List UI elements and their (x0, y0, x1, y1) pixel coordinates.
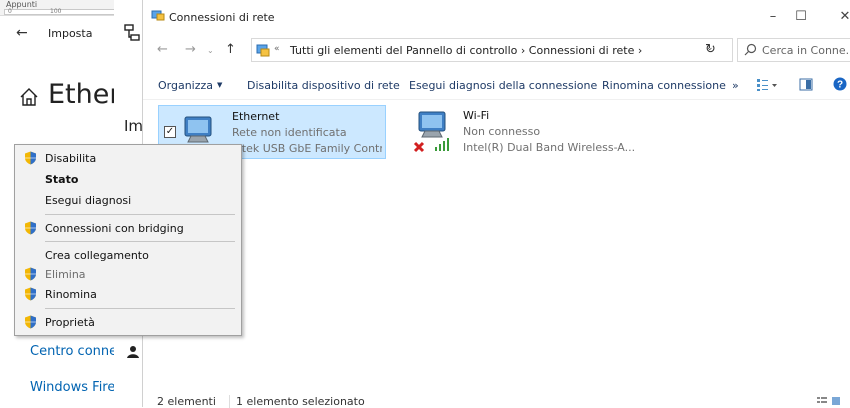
forward-icon[interactable]: → (185, 42, 196, 57)
menu-item-proprieta[interactable]: Proprietà (15, 312, 241, 332)
address-row: ← → ⌄ ↑ « Tutti gli elementi del Pannell… (143, 34, 850, 66)
context-menu: Disabilita Stato Esegui diagnosi Conness… (14, 144, 242, 336)
search-box[interactable]: Cerca in Conne... (737, 38, 850, 62)
address-bar[interactable]: « Tutti gli elementi del Pannello di con… (251, 38, 733, 62)
organize-label: Organizza (158, 79, 214, 92)
background-text: Im (124, 117, 144, 135)
menu-label: Rinomina (45, 288, 97, 301)
menu-separator (45, 241, 235, 242)
network-connections-icon (151, 10, 165, 21)
menu-item-crea-collegamento[interactable]: Crea collegamento (15, 245, 241, 265)
item-status: Rete non identificata (232, 126, 347, 139)
search-placeholder: Cerca in Conne... (762, 44, 850, 57)
menu-label: Disabilita (45, 152, 97, 165)
diagnose-button[interactable]: Esegui diagnosi della connessione (409, 79, 597, 92)
disable-device-button[interactable]: Disabilita dispositivo di rete (247, 79, 400, 92)
menu-label: Connessioni con bridging (45, 222, 184, 235)
shield-icon (25, 221, 36, 235)
menu-separator (45, 308, 235, 309)
menu-item-esegui-diagnosi[interactable]: Esegui diagnosi (15, 190, 241, 210)
menu-item-disabilita[interactable]: Disabilita (15, 148, 241, 168)
wifi-connection-item[interactable]: Wi-Fi Non connesso Intel(R) Dual Band Wi… (411, 105, 639, 159)
organize-button[interactable]: Organizza ▼ (158, 79, 222, 92)
settings-title: Imposta (48, 27, 93, 40)
network-center-link[interactable]: Centro conne (30, 344, 122, 359)
details-view-icon[interactable] (817, 396, 841, 406)
command-bar: Organizza ▼ Disabilita dispositivo di ret… (143, 70, 850, 100)
refresh-icon[interactable]: ↻ (705, 42, 716, 57)
help-icon[interactable]: ? (833, 77, 847, 91)
selection-count: 1 elemento selezionato (229, 395, 365, 408)
back-icon[interactable]: ← (157, 42, 168, 57)
back-arrow-icon[interactable]: ← (16, 25, 28, 41)
rename-connection-button[interactable]: Rinomina connessione (602, 79, 726, 92)
menu-separator (45, 214, 235, 215)
menu-item-elimina: Elimina (15, 264, 241, 284)
menu-label: Elimina (45, 268, 86, 281)
settings-heading: Ether (48, 79, 121, 110)
menu-item-bridging[interactable]: Connessioni con bridging (15, 218, 241, 238)
menu-label: Stato (45, 173, 79, 186)
item-count: 2 elementi (157, 395, 216, 408)
menu-label: Proprietà (45, 316, 95, 329)
title-bar: Connessioni di rete – ☐ ✕ (143, 0, 850, 34)
item-adapter: altek USB GbE Family Contr... (232, 142, 382, 155)
person-icon (127, 346, 139, 358)
minimize-button[interactable]: – (761, 6, 785, 28)
close-button[interactable]: ✕ (833, 6, 850, 28)
status-bar: 2 elementi 1 elemento selezionato (143, 394, 850, 408)
ruler-tick-start: 0 (8, 8, 12, 15)
item-name: Wi-Fi (463, 109, 490, 122)
ruler-tick-mid: 100 (50, 8, 62, 15)
shield-icon (25, 287, 36, 301)
shield-icon (25, 315, 36, 329)
svg-text:?: ? (837, 80, 843, 91)
item-name: Ethernet (232, 110, 280, 123)
selection-checkbox[interactable]: ✓ (164, 126, 176, 138)
network-map-icon (124, 24, 140, 41)
home-icon[interactable] (18, 86, 40, 108)
address-overflow[interactable]: « (274, 44, 280, 54)
item-status: Non connesso (463, 125, 541, 138)
preview-pane-icon[interactable] (799, 78, 813, 91)
explorer-window: Connessioni di rete – ☐ ✕ ← → ⌄ ↑ « Tutt… (142, 0, 850, 408)
window-title: Connessioni di rete (169, 11, 275, 24)
item-adapter: Intel(R) Dual Band Wireless-A... (463, 141, 636, 154)
menu-label: Esegui diagnosi (45, 194, 132, 207)
menu-label: Crea collegamento (45, 249, 149, 262)
maximize-button[interactable]: ☐ (789, 6, 813, 28)
search-icon (744, 43, 757, 56)
address-path[interactable]: Tutti gli elementi del Pannello di contr… (290, 44, 642, 57)
menu-item-rinomina[interactable]: Rinomina (15, 284, 241, 304)
up-arrow-icon[interactable]: ↑ (225, 42, 236, 57)
recent-dropdown-icon[interactable]: ⌄ (207, 46, 214, 55)
caret-down-icon: ▼ (217, 81, 223, 89)
menu-item-stato[interactable]: Stato (15, 169, 241, 189)
windows-firewall-link[interactable]: Windows Fire (30, 380, 122, 395)
shield-icon (25, 151, 36, 165)
ribbon-ruler: Appunti 0 100 (0, 0, 122, 16)
shield-icon (25, 267, 36, 281)
more-commands-button[interactable]: » (732, 79, 739, 92)
wifi-adapter-icon (413, 111, 449, 153)
control-panel-icon (256, 44, 270, 57)
change-view-icon[interactable] (756, 78, 778, 92)
